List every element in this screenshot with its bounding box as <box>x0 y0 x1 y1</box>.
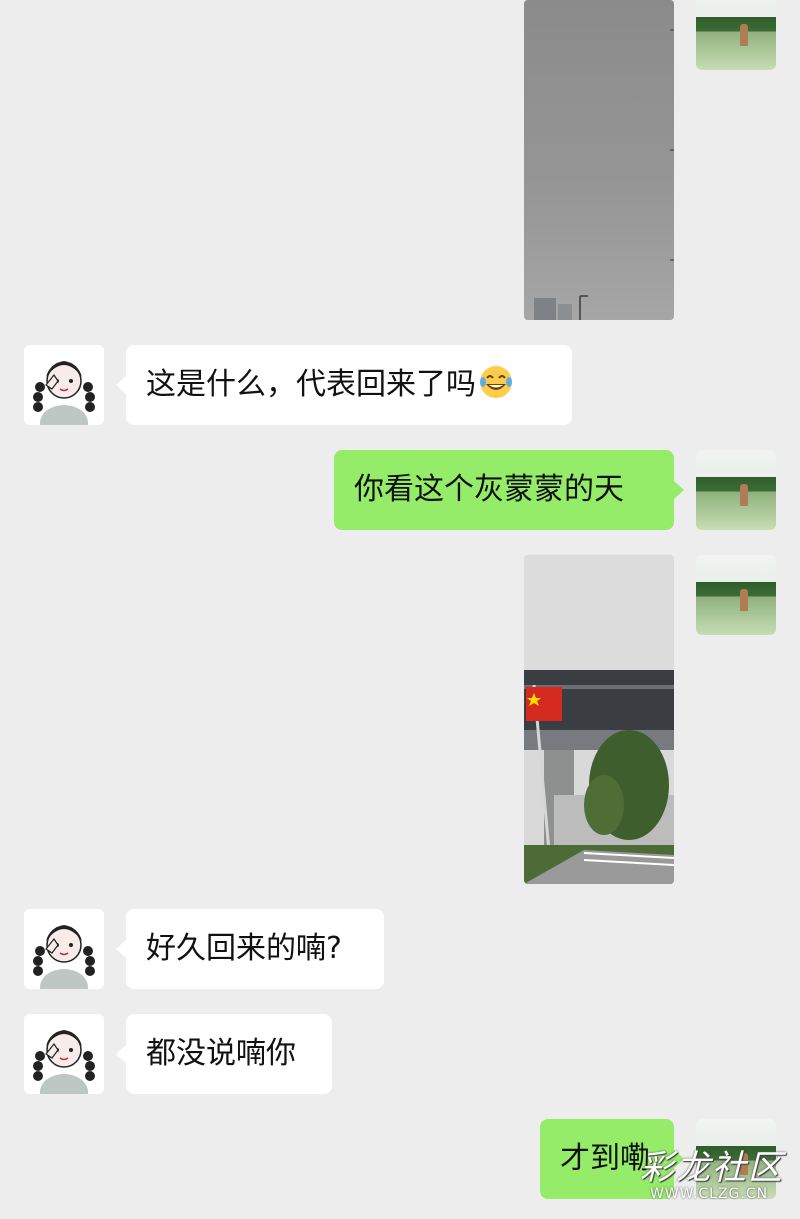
message-bubble-received[interactable]: 都没说喃你 <box>126 1014 332 1094</box>
message-bubble-received[interactable]: 好久回来的喃? <box>126 909 384 989</box>
bubble-tail <box>116 940 126 958</box>
street-photo-image <box>524 555 674 884</box>
watermark-title: 彩龙社区 <box>640 1148 784 1188</box>
tears-of-joy-emoji-icon <box>480 366 512 398</box>
street-photo-message[interactable] <box>524 555 674 884</box>
my-avatar[interactable] <box>696 555 776 635</box>
girl-avatar-image <box>24 345 104 425</box>
bubble-tail <box>116 376 126 394</box>
watermark-url: WWW.CLZG.CN <box>650 1186 769 1202</box>
contact-avatar[interactable] <box>24 909 104 989</box>
message-text: 好久回来的喃? <box>146 931 342 966</box>
girl-avatar-image <box>24 1014 104 1094</box>
sky-photo-image <box>524 0 674 320</box>
message-text: 都没说喃你 <box>146 1036 296 1071</box>
sky-photo-message[interactable] <box>524 0 674 320</box>
message-bubble-sent[interactable]: 你看这个灰蒙蒙的天 <box>334 450 674 530</box>
bubble-tail <box>116 1045 126 1063</box>
contact-avatar[interactable] <box>24 1014 104 1094</box>
message-text: 你看这个灰蒙蒙的天 <box>354 472 624 507</box>
bubble-tail <box>674 481 684 499</box>
my-avatar[interactable] <box>696 450 776 530</box>
my-avatar[interactable] <box>696 0 776 70</box>
message-bubble-received[interactable]: 这是什么，代表回来了吗 <box>126 345 572 425</box>
girl-avatar-image <box>24 909 104 989</box>
site-watermark: 彩龙社区 WWW.CLZG.CN <box>630 1140 800 1212</box>
contact-avatar[interactable] <box>24 345 104 425</box>
message-text: 这是什么，代表回来了吗 <box>146 367 476 402</box>
